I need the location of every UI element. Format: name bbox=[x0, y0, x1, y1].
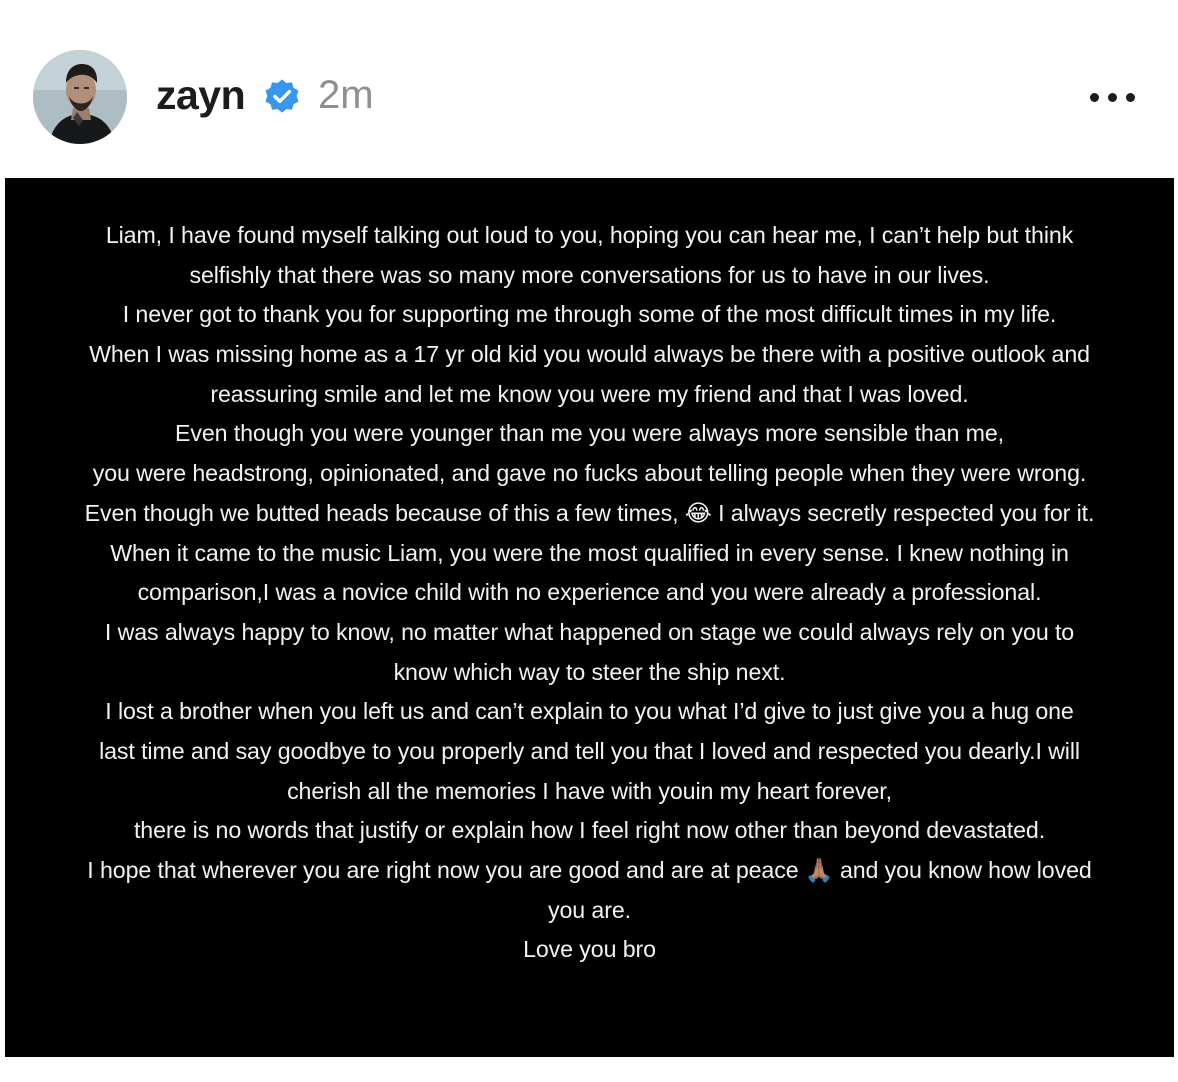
message-line: Liam, I have found myself talking out lo… bbox=[105, 222, 1074, 248]
message-line: reassuring smile and let me know you wer… bbox=[210, 380, 969, 407]
profile-photo-icon bbox=[33, 50, 127, 144]
message-line: Even though you were younger than me you… bbox=[174, 420, 1004, 447]
post-view: zayn 2m Liam, I have found myself talkin… bbox=[0, 0, 1178, 1082]
message-line: I never got to thank you for supporting … bbox=[122, 301, 1057, 328]
message-line: I lost a brother when you left us and ca… bbox=[105, 698, 1074, 725]
message-line: you were headstrong, opinionated, and ga… bbox=[92, 460, 1087, 487]
message-line: comparison,I was a novice child with no … bbox=[137, 579, 1042, 606]
username[interactable]: zayn bbox=[156, 70, 246, 120]
verified-badge-icon bbox=[263, 78, 301, 116]
post-header: zayn 2m bbox=[0, 0, 1178, 178]
message-line: there is no words that justify or explai… bbox=[133, 817, 1046, 844]
avatar[interactable] bbox=[33, 50, 127, 144]
message-line: Love you bro bbox=[523, 936, 656, 963]
message-line: selfishly that there was so many more co… bbox=[189, 261, 990, 288]
post-timestamp: 2m bbox=[318, 73, 374, 117]
message-line: you are. bbox=[548, 896, 631, 923]
post-image: Liam, I have found myself talking out lo… bbox=[5, 178, 1174, 1057]
more-options-icon[interactable] bbox=[1082, 80, 1142, 116]
message-line: last time and say goodbye to you properl… bbox=[99, 737, 1080, 764]
message-line: I hope that wherever you are right now y… bbox=[87, 857, 1092, 883]
post-message: Liam, I have found myself talking out lo… bbox=[5, 216, 1174, 970]
message-line: know which way to steer the ship next. bbox=[393, 658, 786, 685]
message-line: Even though we butted heads because of t… bbox=[84, 499, 1095, 526]
message-line: When I was missing home as a 17 yr old k… bbox=[89, 341, 1090, 368]
message-line: cherish all the memories I have with you… bbox=[287, 777, 892, 804]
message-line: I was always happy to know, no matter wh… bbox=[104, 618, 1075, 645]
message-line: When it came to the music Liam, you were… bbox=[110, 539, 1069, 566]
